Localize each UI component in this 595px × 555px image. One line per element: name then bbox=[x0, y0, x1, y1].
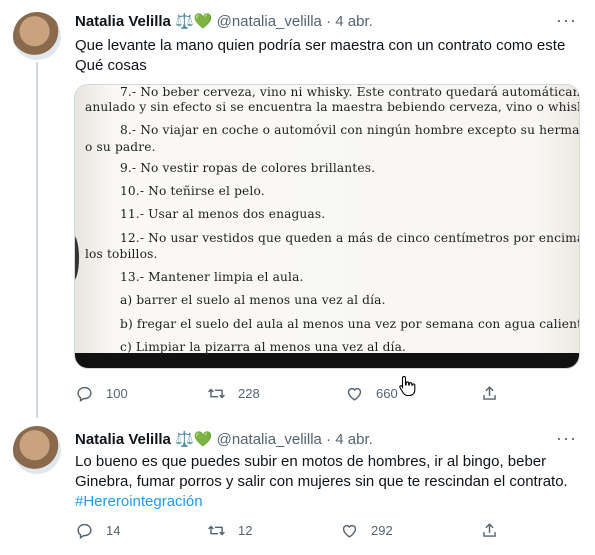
green-heart-emoji-icon: 💚 bbox=[193, 431, 213, 448]
document-line: o su padre. bbox=[85, 140, 156, 154]
tweet-text: Lo bueno es que puedes subir en motos de… bbox=[75, 452, 575, 512]
hashtag-link[interactable]: #Hererointegración bbox=[75, 492, 575, 512]
like-button[interactable]: 660 bbox=[345, 384, 398, 403]
scale-emoji-icon: ⚖️ bbox=[175, 13, 194, 30]
retweet-icon bbox=[208, 388, 225, 399]
separator-dot: · bbox=[326, 13, 332, 30]
tweet-date[interactable]: 4 abr. bbox=[335, 431, 373, 448]
reply-button[interactable]: 14 bbox=[75, 521, 120, 540]
share-icon bbox=[483, 523, 496, 537]
tweet-actions: 100 228 660 bbox=[75, 384, 545, 404]
tweet-2[interactable]: Natalia Velilla ⚖️💚 @natalia_velilla · 4… bbox=[0, 416, 595, 555]
document-line: anulado y sin efecto si se encuentra la … bbox=[85, 100, 580, 114]
tweet-text: Que levante la mano quien podría ser mae… bbox=[75, 36, 575, 76]
tweet-text-line: Lo bueno es que puedes subir en motos de… bbox=[75, 453, 547, 470]
document-line: 9.- No vestir ropas de colores brillante… bbox=[120, 161, 376, 175]
image-bottom-edge bbox=[75, 353, 579, 368]
reply-count: 100 bbox=[106, 386, 128, 401]
author-name[interactable]: Natalia Velilla bbox=[75, 13, 171, 30]
scale-emoji-icon: ⚖️ bbox=[175, 431, 194, 448]
document-line: c) Limpiar la pizarra al menos una vez a… bbox=[120, 340, 407, 354]
like-count: 660 bbox=[376, 386, 398, 401]
reply-count: 14 bbox=[106, 523, 121, 538]
share-button[interactable] bbox=[480, 521, 511, 540]
document-line: 10.- No teñirse el pelo. bbox=[120, 184, 265, 198]
document-line: b) fregar el suelo del aula al menos una… bbox=[120, 317, 580, 331]
avatar[interactable] bbox=[13, 426, 61, 474]
tweet-actions: 14 12 292 bbox=[75, 521, 545, 541]
tweet-1[interactable]: Natalia Velilla ⚖️💚 @natalia_velilla · 4… bbox=[0, 0, 595, 410]
avatar[interactable] bbox=[13, 12, 61, 60]
tweet-text-line: Que levante la mano quien podría ser mae… bbox=[75, 37, 566, 54]
author-name[interactable]: Natalia Velilla bbox=[75, 431, 171, 448]
document-line: 7.- No beber cerveza, vino ni whisky. Es… bbox=[120, 85, 580, 99]
reply-button[interactable]: 100 bbox=[75, 384, 128, 403]
author-handle[interactable]: @natalia_velilla bbox=[217, 431, 322, 448]
author-handle[interactable]: @natalia_velilla bbox=[217, 13, 322, 30]
heart-icon bbox=[342, 524, 357, 538]
document-line: 13.- Mantener limpia el aula. bbox=[120, 270, 304, 284]
document-line: 8.- No viajar en coche o automóvil con n… bbox=[120, 123, 580, 137]
like-button[interactable]: 292 bbox=[340, 521, 393, 540]
reply-icon bbox=[77, 523, 92, 539]
tweet-header: Natalia Velilla ⚖️💚 @natalia_velilla · 4… bbox=[75, 12, 373, 30]
separator-dot: · bbox=[326, 431, 332, 448]
reply-icon bbox=[77, 386, 92, 402]
share-icon bbox=[483, 386, 496, 400]
document-line: 11.- Usar al menos dos enaguas. bbox=[120, 207, 326, 221]
heart-icon bbox=[347, 387, 362, 401]
more-icon[interactable]: ··· bbox=[556, 428, 577, 449]
tweet-image[interactable]: 7.- No beber cerveza, vino ni whisky. Es… bbox=[74, 84, 580, 369]
retweet-icon bbox=[208, 525, 225, 536]
document-line: 12.- No usar vestidos que queden a más d… bbox=[120, 231, 580, 245]
tweet-header: Natalia Velilla ⚖️💚 @natalia_velilla · 4… bbox=[75, 430, 373, 448]
retweet-count: 12 bbox=[238, 523, 253, 538]
document-line: a) barrer el suelo al menos una vez al d… bbox=[120, 293, 386, 307]
like-count: 292 bbox=[371, 523, 393, 538]
tweet-text-line: Ginebra, fumar porros y salir con mujere… bbox=[75, 473, 568, 490]
tweet-date[interactable]: 4 abr. bbox=[335, 13, 373, 30]
tweet-text-line: Qué cosas bbox=[75, 57, 147, 74]
more-icon[interactable]: ··· bbox=[556, 10, 577, 31]
hand-cursor bbox=[399, 375, 416, 397]
document-line: los tobillos. bbox=[85, 247, 158, 261]
retweet-button[interactable]: 228 bbox=[207, 384, 260, 403]
green-heart-emoji-icon: 💚 bbox=[193, 13, 213, 30]
share-button[interactable] bbox=[480, 384, 511, 403]
retweet-count: 228 bbox=[238, 386, 260, 401]
retweet-button[interactable]: 12 bbox=[207, 521, 252, 540]
